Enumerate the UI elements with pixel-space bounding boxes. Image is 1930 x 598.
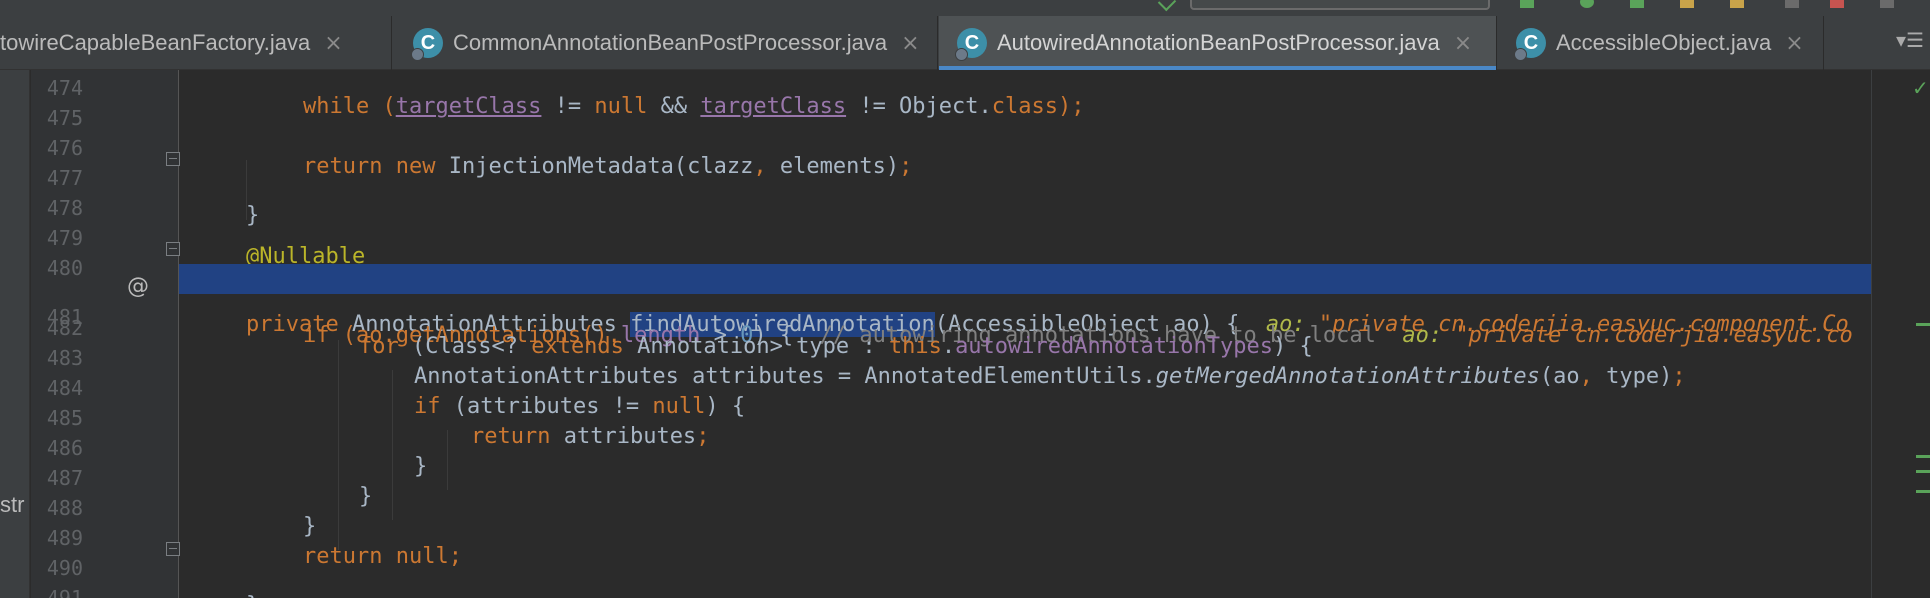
code-line-479: 479 @Nullable bbox=[31, 204, 1871, 269]
change-marker[interactable] bbox=[1916, 470, 1930, 473]
code-line-486: 486 } bbox=[31, 414, 1871, 479]
code-line-477: 477 } bbox=[31, 144, 1871, 228]
fold-icon[interactable] bbox=[166, 152, 180, 166]
jrebel-debug-icon[interactable] bbox=[1730, 0, 1744, 8]
error-stripe[interactable] bbox=[1871, 70, 1930, 598]
stop-icon[interactable] bbox=[1830, 0, 1844, 8]
project-panel-fragment: str bbox=[0, 492, 25, 517]
editor-tab-bar: towireCapableBeanFactory.java × C Common… bbox=[0, 16, 1930, 70]
code-line-487: 487 } bbox=[31, 444, 1871, 509]
tab-label: AutowiredAnnotationBeanPostProcessor.jav… bbox=[997, 30, 1440, 55]
fold-icon[interactable] bbox=[166, 542, 180, 556]
tab-label: towireCapableBeanFactory.java bbox=[0, 30, 311, 55]
tab-common-annotation-bean-post-processor[interactable]: C CommonAnnotationBeanPostProcessor.java… bbox=[393, 16, 938, 70]
close-icon[interactable]: × bbox=[324, 31, 342, 56]
code-line-490: 490 } bbox=[31, 534, 1871, 598]
code-line-476: 476 return new InjectionMetadata(clazz, … bbox=[31, 114, 1871, 179]
tab-label: AccessibleObject.java bbox=[1556, 30, 1772, 55]
class-icon: C bbox=[411, 28, 443, 61]
project-panel-edge: str bbox=[0, 70, 30, 598]
tab-label: CommonAnnotationBeanPostProcessor.java bbox=[453, 30, 888, 55]
code-editor[interactable]: 474 while (targetClass != null && target… bbox=[31, 70, 1871, 598]
code-line-485: 485 return attributes; bbox=[31, 384, 1871, 449]
attach-icon[interactable] bbox=[1785, 0, 1799, 8]
code-line-474: 474 while (targetClass != null && target… bbox=[31, 70, 1871, 119]
jrebel-icon[interactable] bbox=[1680, 0, 1694, 8]
change-marker[interactable] bbox=[1916, 323, 1930, 326]
code-line-484: 484 if (attributes != null) { bbox=[31, 354, 1871, 419]
class-icon: C bbox=[1514, 28, 1546, 61]
tab-accessible-object[interactable]: C AccessibleObject.java × bbox=[1498, 16, 1824, 70]
code-line-491: 491 bbox=[31, 564, 1871, 598]
close-icon[interactable]: × bbox=[901, 31, 919, 56]
debug-icon[interactable] bbox=[1580, 0, 1594, 8]
close-icon[interactable]: × bbox=[1454, 31, 1472, 56]
tab-list-menu-icon[interactable]: ▾☰ bbox=[1896, 28, 1924, 52]
code-line-480: 480 @ private AnnotationAttributes findA… bbox=[31, 234, 1871, 337]
code-line-481-current-execution: 481 if (ao.getAnnotations().length > 0) … bbox=[31, 264, 1871, 348]
change-marker[interactable] bbox=[1916, 490, 1930, 493]
change-marker[interactable] bbox=[1916, 455, 1930, 458]
tab-autowire-capable-bean-factory[interactable]: towireCapableBeanFactory.java × bbox=[0, 16, 392, 70]
line-number: 491 bbox=[46, 586, 83, 598]
build-icon[interactable] bbox=[1157, 0, 1177, 12]
coverage-icon[interactable] bbox=[1630, 0, 1644, 8]
class-icon: C bbox=[955, 28, 987, 61]
code-line-475: 475 bbox=[31, 84, 1871, 130]
execution-line-highlight bbox=[179, 264, 1871, 294]
close-icon[interactable]: × bbox=[1785, 31, 1803, 56]
code-line-478: 478 bbox=[31, 174, 1871, 220]
code-line-488: 488 } bbox=[31, 474, 1871, 539]
inspection-ok-icon[interactable]: ✓ bbox=[1912, 76, 1929, 100]
fold-icon[interactable] bbox=[166, 242, 180, 256]
run-icon[interactable] bbox=[1520, 0, 1534, 8]
top-toolbar bbox=[0, 0, 1930, 16]
run-config-selector[interactable] bbox=[1190, 0, 1490, 10]
code-line-483: 483 AnnotationAttributes attributes = An… bbox=[31, 324, 1871, 389]
code-line-489: 489 return null; bbox=[31, 504, 1871, 569]
code-line-482: 482 for (Class<? extends Annotation> typ… bbox=[31, 294, 1871, 359]
settings-icon[interactable] bbox=[1880, 0, 1894, 8]
tab-autowired-annotation-bean-post-processor[interactable]: C AutowiredAnnotationBeanPostProcessor.j… bbox=[939, 16, 1497, 70]
